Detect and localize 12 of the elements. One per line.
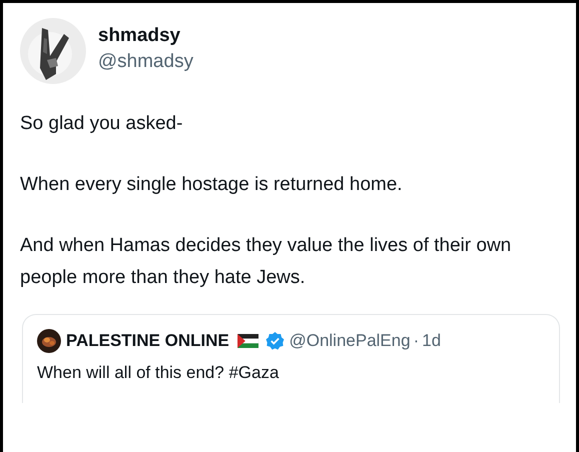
tweet-text: And when Hamas decides they value the lives of their own people more than they hate Jews.	[20, 234, 512, 290]
quoted-tweet-text: When will all of this end? #Gaza	[37, 363, 280, 383]
tweet-text: When every single hostage is returned home.	[20, 173, 404, 197]
quoted-tweet-card[interactable]: PALESTINE ONLINE @OnlinePalEng · 1d When will all of this end? #Gaza	[22, 314, 560, 403]
author-name[interactable]: shmadsy	[98, 25, 194, 47]
quoted-author-name[interactable]: PALESTINE ONLINE	[66, 331, 230, 351]
quoted-author-handle[interactable]: @OnlinePalEng	[289, 331, 410, 351]
timestamp[interactable]: 1d	[422, 331, 441, 351]
separator-dot: ·	[413, 331, 419, 351]
author-handle[interactable]: @shmadsy	[98, 51, 194, 73]
flag-icon	[237, 334, 260, 348]
tweet-text: So glad you asked-	[20, 112, 184, 136]
